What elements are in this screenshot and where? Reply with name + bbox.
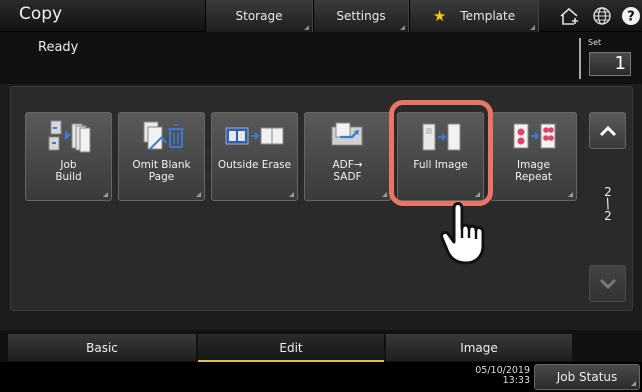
job-status-label: Job Status bbox=[556, 370, 618, 384]
corner-indicator bbox=[400, 25, 405, 30]
pointing-hand-icon bbox=[436, 200, 492, 266]
corner-indicator bbox=[382, 192, 387, 197]
corner-indicator bbox=[196, 192, 201, 197]
status-area: Ready bbox=[0, 32, 642, 84]
adf-sadf-label: ADF→ SADF bbox=[332, 159, 363, 183]
corner-indicator bbox=[530, 25, 535, 30]
selection-highlight bbox=[389, 100, 493, 206]
image-repeat-button[interactable]: Image Repeat bbox=[490, 112, 577, 201]
page-down-button[interactable] bbox=[589, 265, 626, 302]
omit-blank-page-label: Omit Blank Page bbox=[132, 159, 191, 183]
omit-blank-page-icon bbox=[119, 119, 204, 155]
job-status-button[interactable]: Job Status bbox=[534, 364, 640, 390]
storage-label: Storage bbox=[235, 9, 283, 23]
tab-basic-label: Basic bbox=[86, 340, 118, 355]
page-indicator: 2 / 2 bbox=[591, 185, 625, 223]
star-icon: ★ bbox=[432, 7, 447, 25]
chevron-down-icon bbox=[599, 278, 616, 289]
omit-blank-page-button[interactable]: Omit Blank Page bbox=[118, 112, 205, 201]
tab-basic[interactable]: Basic bbox=[8, 334, 196, 361]
image-repeat-icon bbox=[491, 119, 576, 155]
image-repeat-label: Image Repeat bbox=[515, 159, 552, 183]
adf-sadf-button[interactable]: ADF→ SADF bbox=[304, 112, 391, 201]
tab-edit-label: Edit bbox=[279, 340, 303, 355]
svg-text:?: ? bbox=[627, 10, 635, 25]
page-up-button[interactable] bbox=[589, 112, 626, 149]
home-icon[interactable] bbox=[557, 4, 581, 28]
copy-set-counter: Set 1 bbox=[579, 38, 631, 79]
time-text: 13:33 bbox=[502, 375, 530, 386]
corner-indicator bbox=[568, 192, 573, 197]
outside-erase-icon bbox=[212, 119, 297, 155]
set-label: Set bbox=[588, 38, 602, 47]
app-title: Copy bbox=[19, 4, 63, 24]
job-build-icon bbox=[26, 119, 111, 155]
status-text: Ready bbox=[38, 40, 79, 55]
tab-edit[interactable]: Edit bbox=[198, 334, 384, 363]
top-bar: Copy Storage Settings ★ Template ? bbox=[0, 0, 642, 32]
adf-sadf-icon bbox=[305, 119, 390, 155]
storage-button[interactable]: Storage bbox=[205, 0, 313, 32]
globe-icon[interactable] bbox=[590, 4, 614, 28]
template-button[interactable]: ★ Template bbox=[409, 0, 539, 32]
outside-erase-button[interactable]: Outside Erase bbox=[211, 112, 298, 201]
help-icon[interactable]: ? bbox=[620, 4, 642, 28]
chevron-up-icon bbox=[599, 125, 616, 136]
job-build-label: Job Build bbox=[55, 159, 82, 183]
set-value[interactable]: 1 bbox=[589, 52, 631, 76]
settings-button[interactable]: Settings bbox=[313, 0, 409, 32]
corner-indicator bbox=[103, 192, 108, 197]
date-time: 05/10/2019 13:33 bbox=[475, 366, 530, 386]
template-label: Template bbox=[460, 9, 516, 23]
corner-indicator bbox=[631, 381, 636, 386]
settings-label: Settings bbox=[336, 9, 386, 23]
corner-indicator bbox=[304, 25, 309, 30]
tab-image[interactable]: Image bbox=[386, 334, 572, 361]
tab-image-label: Image bbox=[460, 340, 498, 355]
outside-erase-label: Outside Erase bbox=[217, 159, 292, 171]
job-build-button[interactable]: Job Build bbox=[25, 112, 112, 201]
corner-indicator bbox=[289, 192, 294, 197]
